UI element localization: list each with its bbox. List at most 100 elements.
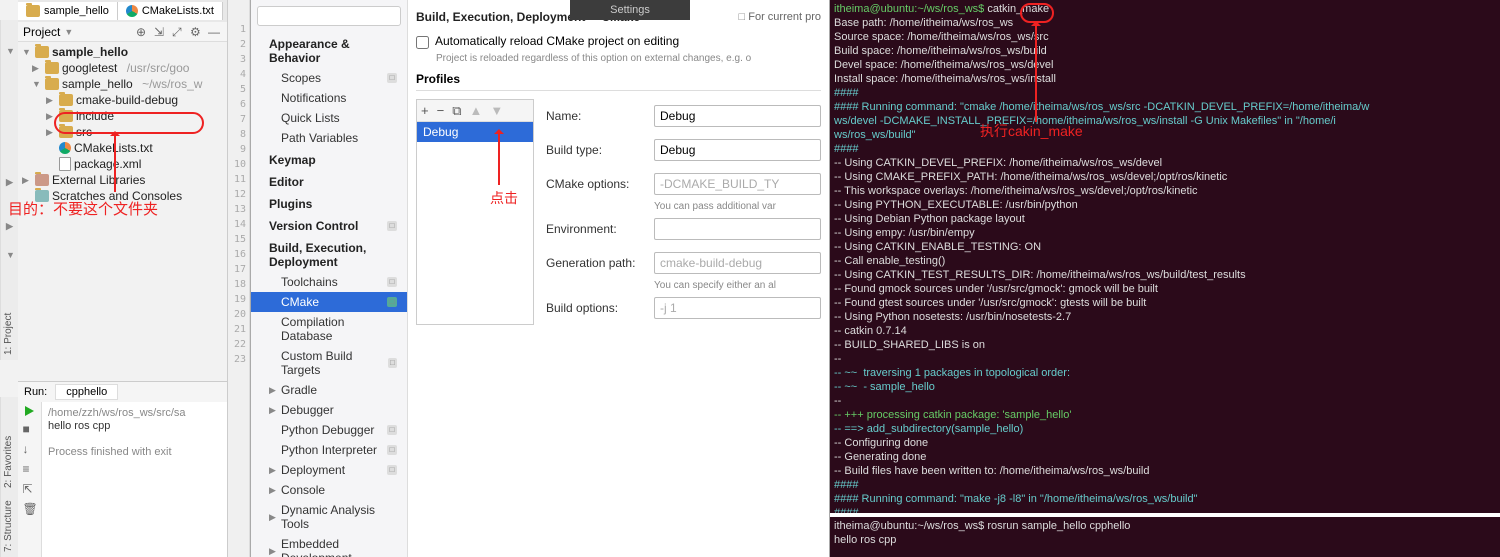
nav-keymap[interactable]: Keymap xyxy=(251,148,407,170)
tree-scratches[interactable]: Scratches and Consoles xyxy=(18,188,227,204)
cmakeopt-label: CMake options: xyxy=(546,177,646,191)
profiles-list: + − ⧉ ▲ ▼ Debug xyxy=(416,99,534,325)
folder-icon xyxy=(35,46,49,58)
tree-label: package.xml xyxy=(74,157,141,171)
gen-input[interactable] xyxy=(654,252,821,274)
scratch-icon xyxy=(35,190,49,202)
buildtype-input[interactable] xyxy=(654,139,821,161)
run-output[interactable]: /home/zzh/ws/ros_ws/src/sa hello ros cpp… xyxy=(42,402,192,557)
tree-googletest[interactable]: ▶googletest /usr/src/goo xyxy=(18,60,227,76)
tree-root[interactable]: ▼sample_hello xyxy=(18,44,227,60)
project-toolwindow-header: Project ▼ ⊕ ⇲ ⤢ ⚙ — xyxy=(18,22,227,42)
crumb-bed[interactable]: Build, Execution, Deployment xyxy=(416,10,585,24)
tree-label: Scratches and Consoles xyxy=(52,189,182,203)
run-trash-icon[interactable]: 🗑 xyxy=(23,502,37,516)
buildopt-input[interactable] xyxy=(654,297,821,319)
tree-external-libs[interactable]: ▶External Libraries xyxy=(18,172,227,188)
nav-cbt[interactable]: Custom Build Targets□ xyxy=(251,346,407,380)
nav-editor[interactable]: ▶Editor xyxy=(251,170,407,192)
env-label: Environment: xyxy=(546,222,646,236)
libs-icon xyxy=(35,174,49,186)
nav-debugger[interactable]: ▶Debugger xyxy=(251,400,407,420)
tab-label: CMakeLists.txt xyxy=(142,5,214,17)
settings-content: Build, Execution, Deployment › CMake □ F… xyxy=(408,0,829,557)
nav-gradle[interactable]: ▶Gradle xyxy=(251,380,407,400)
tab-cmakelists[interactable]: CMakeLists.txt xyxy=(118,2,223,20)
nav-quicklists[interactable]: Quick Lists xyxy=(251,108,407,128)
opt-auto-reload: Automatically reload CMake project on ed… xyxy=(416,30,821,53)
tree-package-xml[interactable]: package.xml xyxy=(18,156,227,172)
terminal-secondary[interactable]: itheima@ubuntu:~/ws/ros_ws$ rosrun sampl… xyxy=(830,517,1500,557)
expand-icon[interactable]: ⇲ xyxy=(154,25,168,39)
nav-console[interactable]: ▶Console xyxy=(251,480,407,500)
run-header: Run: cpphello xyxy=(18,382,227,402)
annotation-click-text: 点击 xyxy=(490,188,518,208)
run-config-tab[interactable]: cpphello xyxy=(55,384,118,400)
left-tool-strip-bottom[interactable]: 7: Structure 2: Favorites xyxy=(0,397,18,557)
auto-reload-checkbox[interactable] xyxy=(416,36,429,49)
nav-cmake[interactable]: CMake□ xyxy=(251,292,407,312)
tool-favorites-tab[interactable]: 2: Favorites xyxy=(3,435,14,487)
tool-structure-tab[interactable]: 7: Structure xyxy=(3,500,14,552)
nav-embed[interactable]: ▶Embedded Development xyxy=(251,534,407,557)
nav-bed[interactable]: ▼Build, Execution, Deployment xyxy=(251,236,407,272)
settings-dialog-title: Settings xyxy=(570,0,690,20)
tree-cmakelists-file[interactable]: CMakeLists.txt xyxy=(18,140,227,156)
cmakeopt-input[interactable] xyxy=(654,173,821,195)
profile-remove-icon[interactable]: − xyxy=(437,103,445,118)
hide-icon[interactable]: — xyxy=(208,25,222,39)
settings-nav-list: ▼Appearance & Behavior Scopes□ Notificat… xyxy=(251,32,407,557)
run-play-icon[interactable] xyxy=(25,406,34,416)
left-tool-strip-top[interactable]: 1: Project xyxy=(0,20,18,360)
run-stop-icon[interactable]: ■ xyxy=(23,422,37,436)
nav-pydbg[interactable]: Python Debugger□ xyxy=(251,420,407,440)
target-icon[interactable]: ⊕ xyxy=(136,25,150,39)
nav-appearance[interactable]: ▼Appearance & Behavior xyxy=(251,32,407,68)
run-label: Run: xyxy=(24,386,47,398)
run-layout-icon[interactable]: ≡ xyxy=(23,462,37,476)
profile-up-icon[interactable]: ▲ xyxy=(469,103,482,118)
tree-label: include xyxy=(76,109,114,123)
profile-down-icon[interactable]: ▼ xyxy=(490,103,503,118)
cmake-icon xyxy=(126,5,138,17)
tab-label: sample_hello xyxy=(44,5,109,17)
nav-deploy[interactable]: ▶Deployment□ xyxy=(251,460,407,480)
settings-search xyxy=(257,6,401,26)
run-down-icon[interactable]: ↓ xyxy=(23,442,37,456)
chevron-down-icon[interactable]: ▼ xyxy=(64,27,73,37)
env-input[interactable] xyxy=(654,218,821,240)
tab-sample-hello[interactable]: sample_hello xyxy=(18,2,118,20)
file-icon xyxy=(59,157,71,171)
collapse-icon[interactable]: ⤢ xyxy=(172,25,186,39)
tree-include[interactable]: ▶include xyxy=(18,108,227,124)
tree-cmake-build-debug[interactable]: ▶cmake-build-debug xyxy=(18,92,227,108)
settings-search-input[interactable] xyxy=(257,6,401,26)
tree-src[interactable]: ▶src xyxy=(18,124,227,140)
nav-compdb[interactable]: Compilation Database xyxy=(251,312,407,346)
nav-toolchains[interactable]: Toolchains□ xyxy=(251,272,407,292)
terminal-main[interactable]: itheima@ubuntu:~/ws/ros_ws$ catkin_make … xyxy=(830,0,1500,513)
profile-debug[interactable]: Debug xyxy=(417,122,533,142)
name-label: Name: xyxy=(546,109,646,123)
nav-notifications[interactable]: Notifications xyxy=(251,88,407,108)
ide-project-panel: 1: Project 7: Structure 2: Favorites sam… xyxy=(0,0,228,557)
profile-add-icon[interactable]: + xyxy=(421,103,429,118)
nav-pyint[interactable]: Python Interpreter□ xyxy=(251,440,407,460)
nav-vcs[interactable]: ▶Version Control□ xyxy=(251,214,407,236)
tree-sample-hello[interactable]: ▼sample_hello ~/ws/ros_w xyxy=(18,76,227,92)
name-input[interactable] xyxy=(654,105,821,127)
tree-label: CMakeLists.txt xyxy=(74,141,153,155)
tree-label: sample_hello xyxy=(62,77,133,91)
nav-dyn[interactable]: ▶Dynamic Analysis Tools xyxy=(251,500,407,534)
tree-path: ~/ws/ros_w xyxy=(142,77,202,91)
tool-project-tab[interactable]: 1: Project xyxy=(3,313,14,355)
nav-pathvars[interactable]: Path Variables xyxy=(251,128,407,148)
nav-scopes[interactable]: Scopes□ xyxy=(251,68,407,88)
folder-icon xyxy=(59,126,73,138)
gear-icon[interactable]: ⚙ xyxy=(190,25,204,39)
profile-copy-icon[interactable]: ⧉ xyxy=(452,103,461,119)
run-toolbar: ■ ↓ ≡ ⇱ 🗑 xyxy=(18,402,42,557)
nav-plugins[interactable]: Plugins xyxy=(251,192,407,214)
cmake-icon xyxy=(59,142,71,154)
run-export-icon[interactable]: ⇱ xyxy=(23,482,37,496)
